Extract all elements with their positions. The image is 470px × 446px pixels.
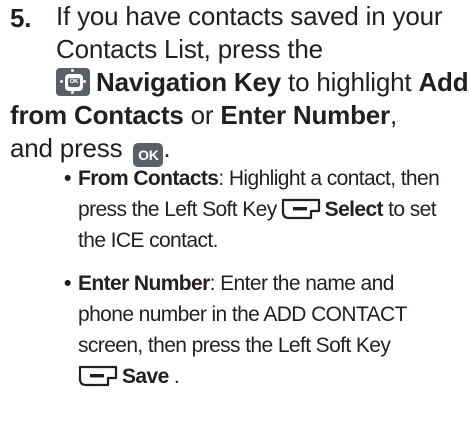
- final-period: .: [163, 133, 171, 163]
- step-line-1: If you have contacts saved in your: [56, 1, 443, 31]
- bullet-1-text-2: press the Left Soft Key: [78, 198, 277, 221]
- and-press-text: and press: [10, 133, 123, 163]
- select-action: Select: [324, 198, 384, 221]
- step-body: If you have contacts saved in your Conta…: [10, 0, 469, 167]
- left-soft-key-icon: [281, 198, 321, 220]
- navigation-key-label: Navigation Key: [96, 67, 282, 97]
- bullet-2-text-4: .: [168, 365, 180, 388]
- step-number: 5.: [10, 3, 32, 33]
- or-text: or: [183, 100, 221, 130]
- bullet-from-contacts: • From Contacts: Highlight a contact, th…: [64, 163, 468, 256]
- bullet-1-text-2-after: to set: [382, 198, 436, 221]
- comma: ,: [389, 100, 397, 130]
- bullet-list: • From Contacts: Highlight a contact, th…: [64, 163, 468, 392]
- manual-page: 5. If you have contacts saved in your Co…: [0, 0, 470, 446]
- save-action: Save: [122, 365, 169, 388]
- enter-number-option: Enter Number: [220, 100, 390, 130]
- navigation-key-center-label: OK: [68, 78, 80, 87]
- step-line-3: OK Navigation Key to highlight Add: [56, 66, 469, 99]
- enter-number-title: Enter Number: [78, 272, 210, 295]
- bullet-1-text-1: : Highlight a contact, then: [218, 167, 440, 190]
- bullet-1-line-2: press the Left Soft Key Select to set: [78, 194, 468, 225]
- step-5: 5. If you have contacts saved in your Co…: [10, 0, 469, 167]
- navigation-key-icon: OK: [56, 68, 90, 96]
- bullet-2-line-1: Enter Number: Enter the name and: [78, 268, 468, 299]
- step-line-4: from Contacts or Enter Number,: [10, 99, 468, 132]
- add-from-contacts-part-1: Add: [418, 67, 469, 97]
- bullet-2-text-1: : Enter the name and: [209, 272, 395, 295]
- bullet-marker: •: [64, 167, 71, 190]
- bullet-marker: •: [64, 272, 71, 295]
- add-from-contacts-part-2: from Contacts: [10, 100, 184, 130]
- left-soft-key-icon: [78, 365, 118, 387]
- bullet-2-line-3: screen, then press the Left Soft Key: [78, 334, 391, 357]
- bullet-1-line-1: From Contacts: Highlight a contact, then: [78, 163, 468, 194]
- bullet-enter-number: • Enter Number: Enter the name and phone…: [64, 268, 468, 392]
- bullet-2-line-4: Save .: [78, 361, 468, 392]
- step-line-5: and press OK.: [10, 132, 468, 167]
- bullet-2-line-2: phone number in the ADD CONTACT: [78, 303, 407, 326]
- step-line-2: Contacts List, press the: [56, 34, 323, 64]
- bullet-1-line-3: the ICE contact.: [78, 229, 218, 252]
- from-contacts-title: From Contacts: [78, 167, 219, 190]
- step-line-3-mid: to highlight: [281, 67, 419, 97]
